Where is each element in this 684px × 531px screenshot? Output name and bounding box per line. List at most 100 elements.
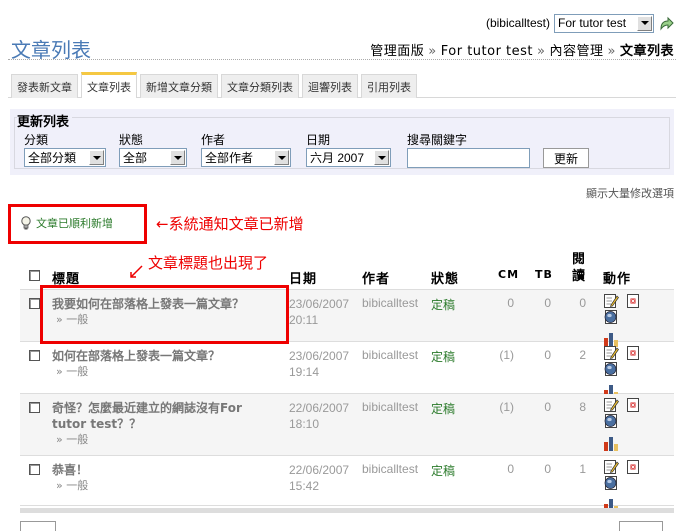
date-label: 日期 [306, 133, 331, 147]
go-arrow-icon[interactable] [658, 15, 674, 31]
date-filter: 日期 六月 2007 [306, 131, 391, 167]
breadcrumb-item[interactable]: 管理面版 [370, 44, 424, 59]
keyword-input[interactable] [407, 148, 530, 168]
header-cm[interactable]: CM [498, 268, 519, 281]
blog-select[interactable]: For tutor test [554, 13, 654, 33]
post-category[interactable]: » 一般 [52, 478, 277, 494]
category-filter: 分類 全部分類 [24, 131, 106, 167]
post-date: 22/06/2007 15:42 [289, 463, 350, 493]
chevron-down-icon [374, 150, 389, 165]
filter-legend: 更新列表 [17, 111, 73, 130]
post-status: 定稿 [431, 402, 456, 416]
read-count: 8 [579, 400, 586, 414]
keyword-label: 搜尋關鍵字 [407, 133, 468, 147]
category-label: 分類 [24, 133, 49, 147]
header-tb[interactable]: TB [535, 268, 553, 281]
tab-trackbacks[interactable]: 引用列表 [361, 74, 417, 98]
header-author[interactable]: 作者 [362, 268, 390, 287]
row-actions [603, 459, 663, 513]
annotation-notice: ←系統通知文章已新增 [156, 215, 304, 233]
blog-switcher: (bibicalltest) For tutor test [486, 12, 674, 34]
read-count: 2 [579, 348, 586, 362]
post-category[interactable]: » 一般 [52, 432, 277, 448]
row-actions [603, 293, 663, 347]
delete-icon[interactable] [625, 293, 641, 309]
view-globe-icon[interactable] [603, 361, 619, 377]
row-actions [603, 345, 663, 399]
bulk-action-select[interactable] [20, 521, 56, 531]
tab-new-category[interactable]: 新增文章分類 [140, 74, 218, 98]
comment-count[interactable]: (1) [490, 348, 514, 362]
row-checkbox[interactable] [29, 350, 40, 361]
post-title[interactable]: 恭喜！ [52, 463, 88, 477]
edit-icon[interactable] [603, 293, 619, 309]
post-title[interactable]: 奇怪？怎麼最近建立的網誌沒有For tutor test？？ [52, 401, 242, 431]
annotation-box-title [40, 285, 289, 344]
post-status: 定稿 [431, 298, 456, 312]
chevron-down-icon [637, 15, 652, 31]
post-title-cell: 如何在部落格上發表一篇文章？ » 一般 [52, 348, 277, 380]
tab-new-post[interactable]: 發表新文章 [11, 74, 78, 98]
annotation-box-notice [8, 204, 147, 244]
trackback-count: 0 [544, 296, 551, 310]
current-user: (bibicalltest) [485, 16, 550, 30]
trackback-count: 0 [544, 400, 551, 414]
table-footer-bar [20, 508, 674, 513]
delete-icon[interactable] [625, 397, 641, 413]
bulk-action-button[interactable] [619, 521, 663, 531]
edit-icon[interactable] [603, 345, 619, 361]
trackback-count: 0 [544, 348, 551, 362]
header-status[interactable]: 狀態 [431, 268, 459, 287]
post-author: bibicalltest [362, 296, 419, 310]
author-select[interactable]: 全部作者 [201, 148, 291, 167]
status-label: 狀態 [119, 133, 144, 147]
header-actions: 動作 [603, 272, 632, 287]
header-reads[interactable]: 閱讀 [572, 251, 586, 285]
select-all-checkbox[interactable] [29, 270, 40, 281]
row-checkbox[interactable] [29, 464, 40, 475]
edit-icon[interactable] [603, 459, 619, 475]
post-category[interactable]: » 一般 [52, 364, 277, 380]
view-globe-icon[interactable] [603, 413, 619, 429]
post-author: bibicalltest [362, 400, 419, 414]
comment-count[interactable]: 0 [490, 296, 514, 310]
date-select[interactable]: 六月 2007 [306, 148, 391, 167]
status-select[interactable]: 全部 [119, 148, 187, 167]
view-globe-icon[interactable] [603, 475, 619, 491]
tab-bar: 發表新文章 文章列表 新增文章分類 文章分類列表 迴響列表 引用列表 [8, 72, 676, 98]
edit-icon[interactable] [603, 397, 619, 413]
table-row: 恭喜！ » 一般 22/06/2007 15:42 bibicalltest 定稿… [20, 456, 674, 513]
tab-category-list[interactable]: 文章分類列表 [221, 74, 299, 98]
comment-count[interactable]: (1) [490, 400, 514, 414]
chevron-down-icon [274, 150, 289, 165]
delete-icon[interactable] [625, 459, 641, 475]
breadcrumb-item[interactable]: For tutor test [441, 44, 533, 59]
read-count: 0 [579, 296, 586, 310]
post-author: bibicalltest [362, 348, 419, 362]
breadcrumb-current: 文章列表 [619, 44, 674, 59]
bulk-edit-link[interactable]: 顯示大量修改選項 [586, 185, 674, 201]
view-globe-icon[interactable] [603, 309, 619, 325]
stats-chart-icon[interactable] [603, 435, 619, 451]
update-button[interactable]: 更新 [543, 148, 589, 168]
row-checkbox[interactable] [29, 402, 40, 413]
tab-post-list[interactable]: 文章列表 [81, 72, 137, 98]
post-title-cell: 恭喜！ » 一般 [52, 462, 277, 494]
post-title[interactable]: 如何在部落格上發表一篇文章？ [52, 349, 220, 363]
table-header: 標題 日期 作者 狀態 CM TB 閱讀 動作 [20, 250, 674, 290]
tab-comments[interactable]: 迴響列表 [302, 74, 358, 98]
header-date[interactable]: 日期 [289, 268, 317, 287]
breadcrumb-item[interactable]: 內容管理 [550, 44, 604, 59]
comment-count[interactable]: 0 [490, 462, 514, 476]
chevron-down-icon [89, 150, 104, 165]
post-date: 23/06/2007 20:11 [289, 297, 350, 327]
post-status: 定稿 [431, 350, 456, 364]
post-date: 22/06/2007 18:10 [289, 401, 350, 431]
category-select[interactable]: 全部分類 [24, 148, 106, 167]
post-date: 23/06/2007 19:14 [289, 349, 350, 379]
post-author: bibicalltest [362, 462, 419, 476]
status-filter: 狀態 全部 [119, 131, 187, 167]
delete-icon[interactable] [625, 345, 641, 361]
row-checkbox[interactable] [29, 298, 40, 309]
table-row: 奇怪？怎麼最近建立的網誌沒有For tutor test？？ » 一般 22/0… [20, 394, 674, 456]
